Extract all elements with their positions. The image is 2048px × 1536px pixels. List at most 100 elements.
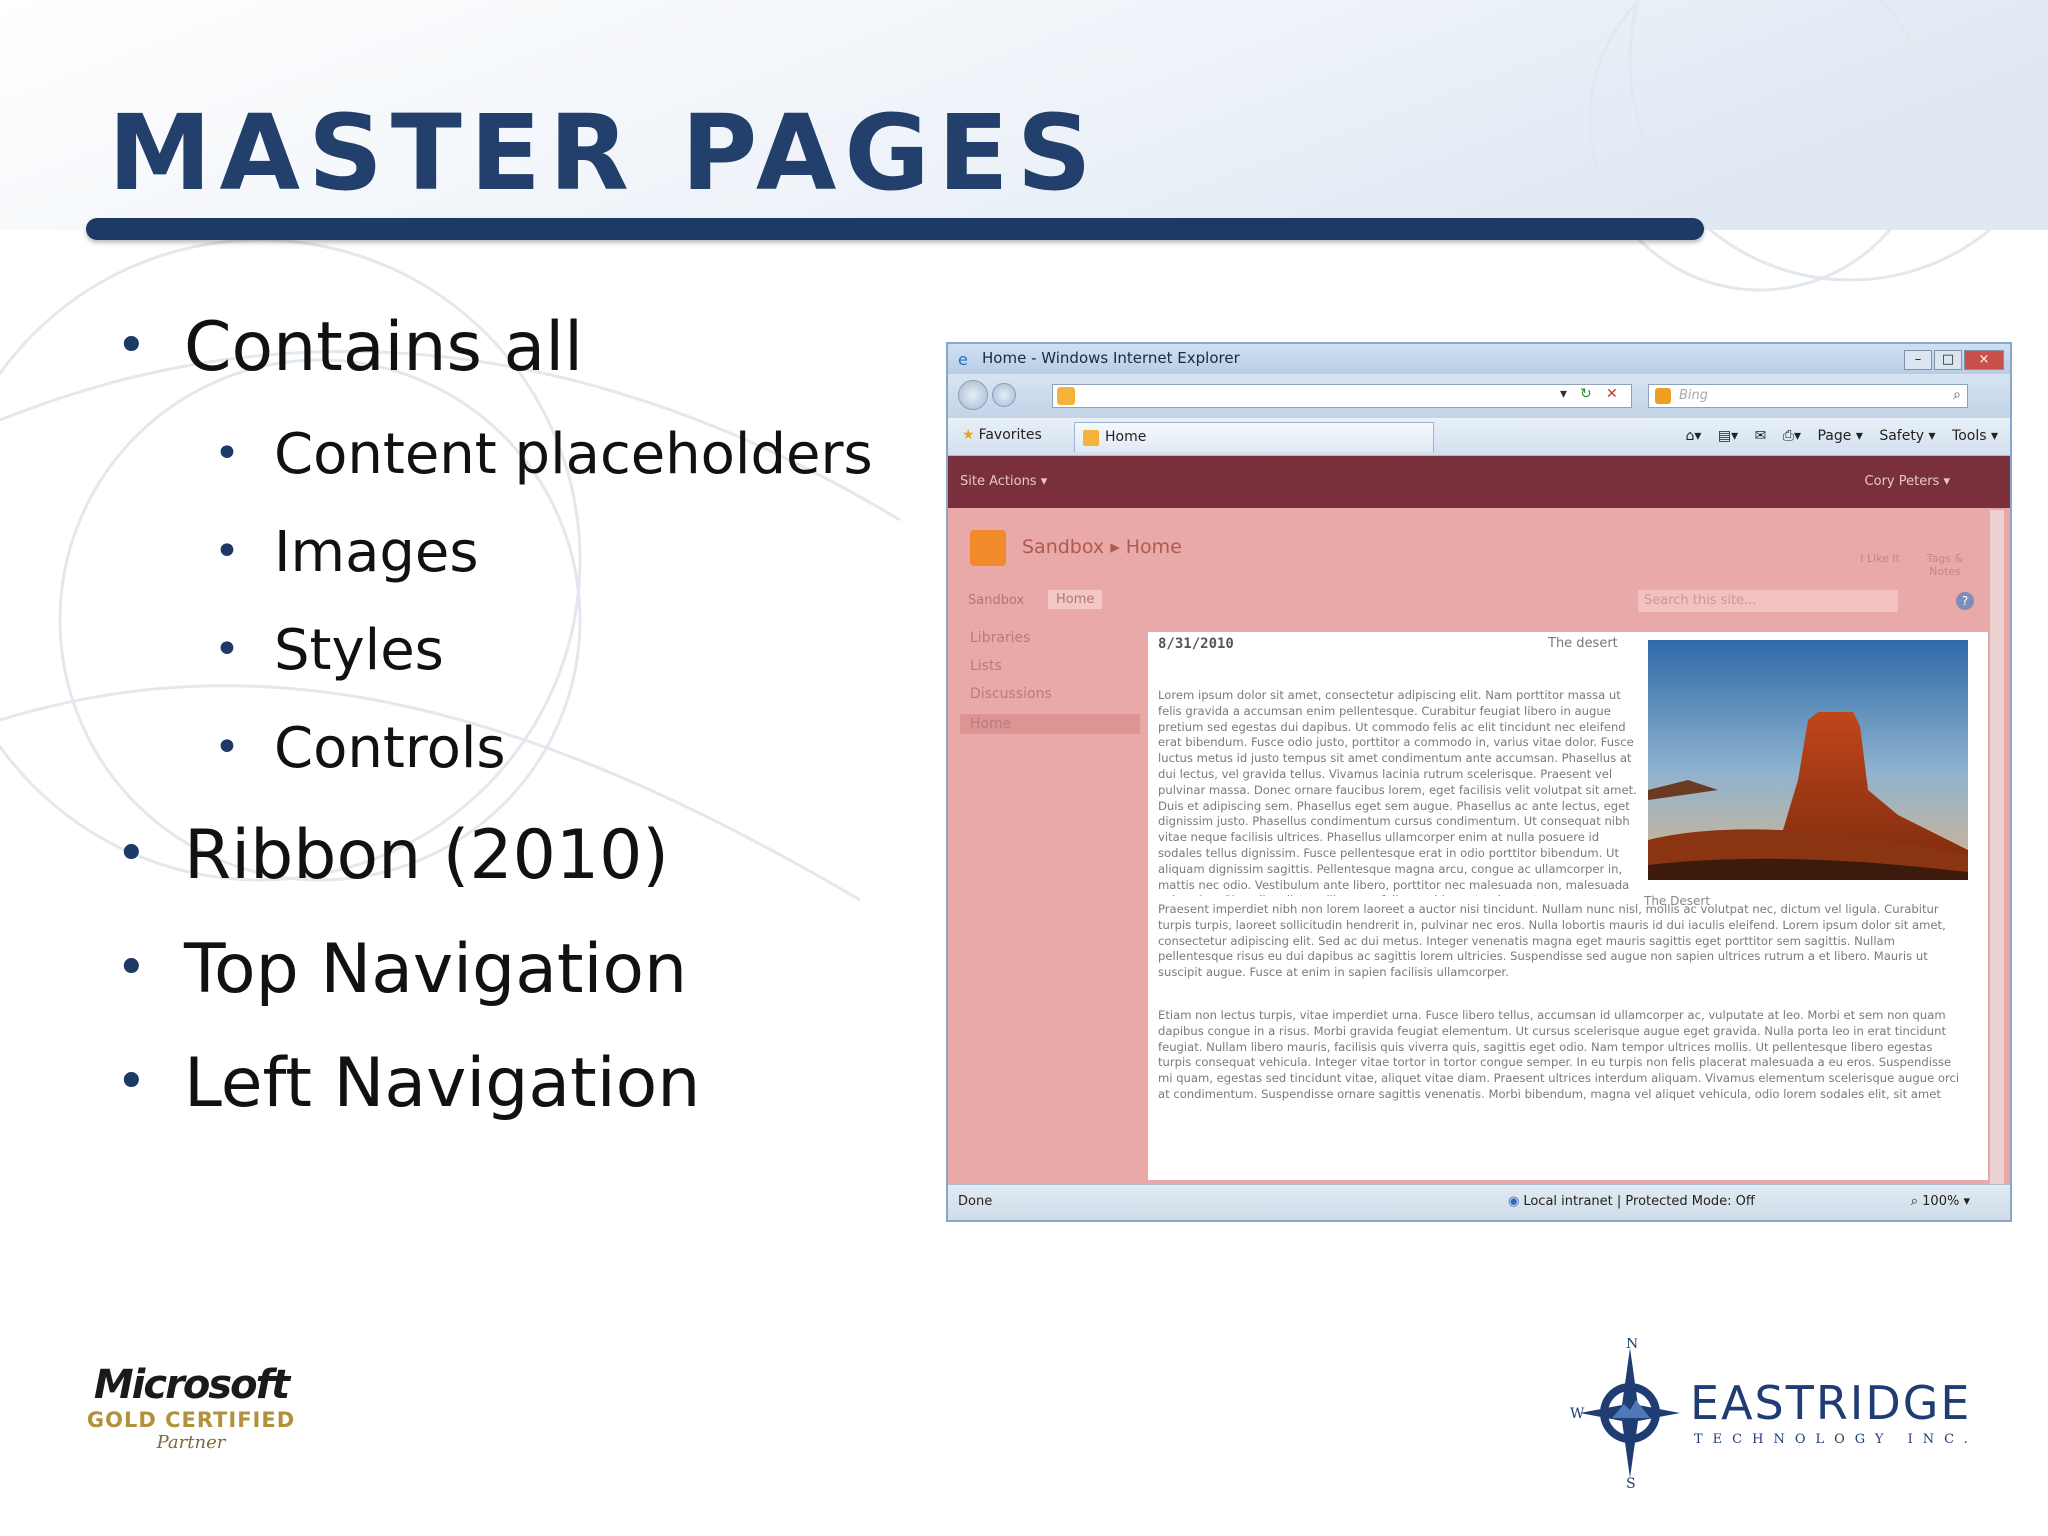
forward-icon[interactable] — [992, 383, 1016, 407]
tab-label: Home — [1105, 429, 1147, 445]
favorites-label: Favorites — [978, 427, 1042, 443]
bullet-text: Images — [274, 520, 479, 585]
refresh-icon[interactable]: ↻ — [1580, 386, 1592, 402]
slide-title: MASTER PAGES — [108, 92, 1100, 214]
compass-west: W — [1570, 1406, 1585, 1422]
tab-home[interactable]: Home — [1074, 422, 1434, 452]
security-zone: ◉ Local intranet | Protected Mode: Off — [1508, 1194, 1755, 1209]
stop-icon[interactable]: ✕ — [1606, 386, 1618, 402]
desert-image — [1648, 640, 1968, 880]
feeds-icon[interactable]: ▤▾ — [1718, 428, 1738, 444]
sub-bullet-item: • Styles — [214, 618, 444, 683]
sharepoint-top-bar: Site Actions ▾ Cory Peters ▾ — [948, 456, 2010, 508]
quicklaunch-libraries[interactable]: Libraries — [970, 630, 1030, 646]
bullet-marker: • — [214, 624, 240, 675]
address-bar-row: ▾ ↻ ✕ Bing ⌕ — [948, 374, 2010, 418]
paragraph: Etiam non lectus turpis, vitae imperdiet… — [1158, 1008, 1960, 1101]
title-underline — [86, 218, 1704, 240]
mail-icon[interactable]: ✉ — [1755, 428, 1767, 444]
bullet-marker: • — [214, 722, 240, 773]
paragraph: Praesent imperdiet nibh non lorem laoree… — [1158, 902, 1946, 980]
search-placeholder: Bing — [1679, 388, 1709, 403]
status-bar: Done ◉ Local intranet | Protected Mode: O… — [948, 1184, 2010, 1220]
topnav-home[interactable]: Home — [1048, 590, 1103, 609]
window-title: Home - Windows Internet Explorer — [982, 349, 1240, 367]
quicklaunch-lists[interactable]: Lists — [970, 658, 1002, 674]
zoom-control[interactable]: ⌕ 100% ▾ — [1911, 1194, 1970, 1209]
scrollbar[interactable] — [1990, 510, 2004, 1186]
favorites-button[interactable]: ★ Favorites — [962, 427, 1042, 443]
compass-icon: N S W — [1570, 1338, 1680, 1488]
zone-label: Local intranet | Protected Mode: Off — [1523, 1194, 1755, 1209]
user-menu[interactable]: Cory Peters ▾ — [1865, 474, 1950, 489]
back-icon[interactable] — [958, 380, 988, 410]
bullet-item: • Left Navigation — [116, 1044, 701, 1123]
tools-menu[interactable]: Tools ▾ — [1952, 428, 1998, 444]
compass-north: N — [1626, 1338, 1638, 1352]
site-logo — [970, 530, 1006, 566]
minimize-icon[interactable]: – — [1904, 350, 1932, 370]
home-icon[interactable]: ⌂▾ — [1686, 428, 1702, 444]
bullet-text: Styles — [274, 618, 444, 683]
favorites-bar: ★ Favorites Home ⌂▾ ▤▾ ✉ ⎙▾ Page ▾ Safety… — [948, 418, 2010, 456]
eastridge-logo: N S W EASTRIDGE TECHNOLOGY INC. — [1560, 1338, 2010, 1488]
close-icon[interactable]: × — [1964, 350, 2004, 370]
tags-notes-button[interactable]: Tags & Notes — [1920, 552, 1970, 578]
bullet-marker: • — [214, 428, 240, 479]
breadcrumb: Sandbox ▸ Home — [1022, 536, 1182, 558]
like-button[interactable]: I Like It — [1860, 552, 1900, 565]
bullet-text: Left Navigation — [184, 1044, 701, 1123]
bullet-item: • Contains all — [116, 308, 584, 387]
command-bar: ⌂▾ ▤▾ ✉ ⎙▾ Page ▾ Safety ▾ Tools ▾ — [1674, 428, 1998, 444]
bullet-item: • Top Navigation — [116, 930, 688, 1009]
eastridge-tagline: TECHNOLOGY INC. — [1694, 1432, 1978, 1447]
print-icon[interactable]: ⎙▾ — [1783, 428, 1801, 444]
bullet-marker: • — [116, 938, 147, 998]
bullet-text: Controls — [274, 716, 506, 781]
site-search-input[interactable]: Search this site... — [1638, 590, 1898, 612]
bullet-marker: • — [116, 1052, 147, 1112]
search-input[interactable]: Bing ⌕ — [1648, 384, 1968, 408]
maximize-icon[interactable]: □ — [1934, 350, 1962, 370]
left-navigation: Libraries Lists Discussions Home — [948, 620, 1144, 1170]
page-content: 8/31/2010 The desert The Desert Lorem ip… — [1148, 632, 1988, 1180]
bullet-item: • Ribbon (2010) — [116, 816, 669, 895]
image-title: The desert — [1548, 636, 1618, 651]
quicklaunch-home[interactable]: Home — [960, 714, 1140, 734]
bullet-marker: • — [116, 316, 147, 376]
bullet-text: Top Navigation — [184, 930, 688, 1009]
sub-bullet-item: • Controls — [214, 716, 506, 781]
sharepoint-header: Sandbox ▸ Home I Like It Tags & Notes — [948, 508, 2010, 586]
page-icon — [1057, 387, 1075, 405]
post-date: 8/31/2010 — [1158, 636, 1234, 652]
compass-south: S — [1626, 1476, 1636, 1488]
site-search-placeholder: Search this site... — [1644, 593, 1757, 608]
dropdown-icon[interactable]: ▾ — [1560, 386, 1567, 402]
bullet-text: Contains all — [184, 308, 584, 387]
bullet-marker: • — [116, 824, 147, 884]
eastridge-wordmark: EASTRIDGE — [1690, 1376, 1972, 1430]
bullet-marker: • — [214, 526, 240, 577]
microsoft-wordmark: Microsoft — [93, 1362, 290, 1408]
browser-titlebar: e Home - Windows Internet Explorer – □ × — [948, 344, 2010, 374]
site-actions-menu[interactable]: Site Actions ▾ — [960, 474, 1047, 489]
quicklaunch-discussions[interactable]: Discussions — [970, 686, 1052, 702]
ie-icon: e — [958, 350, 968, 369]
status-text: Done — [958, 1194, 993, 1209]
search-icon[interactable]: ⌕ — [1953, 387, 1961, 403]
gold-certified-label: GOLD CERTIFIED — [86, 1408, 296, 1432]
paragraph: Lorem ipsum dolor sit amet, consectetur … — [1158, 688, 1637, 896]
window-controls: – □ × — [1902, 348, 2004, 370]
help-icon[interactable]: ? — [1956, 592, 1974, 610]
sub-bullet-item: • Content placeholders — [214, 422, 873, 487]
page-icon — [1083, 430, 1099, 446]
bullet-text: Ribbon (2010) — [184, 816, 669, 895]
microsoft-gold-partner-logo: Microsoft GOLD CERTIFIED Partner — [86, 1362, 296, 1472]
globe-icon: ◉ — [1508, 1194, 1520, 1209]
safety-menu[interactable]: Safety ▾ — [1879, 428, 1935, 444]
page-menu[interactable]: Page ▾ — [1817, 428, 1862, 444]
star-icon: ★ — [962, 427, 975, 443]
address-input[interactable] — [1052, 384, 1632, 408]
top-navigation: Sandbox Home Search this site... ? — [948, 586, 2010, 616]
topnav-sandbox[interactable]: Sandbox — [968, 593, 1024, 608]
